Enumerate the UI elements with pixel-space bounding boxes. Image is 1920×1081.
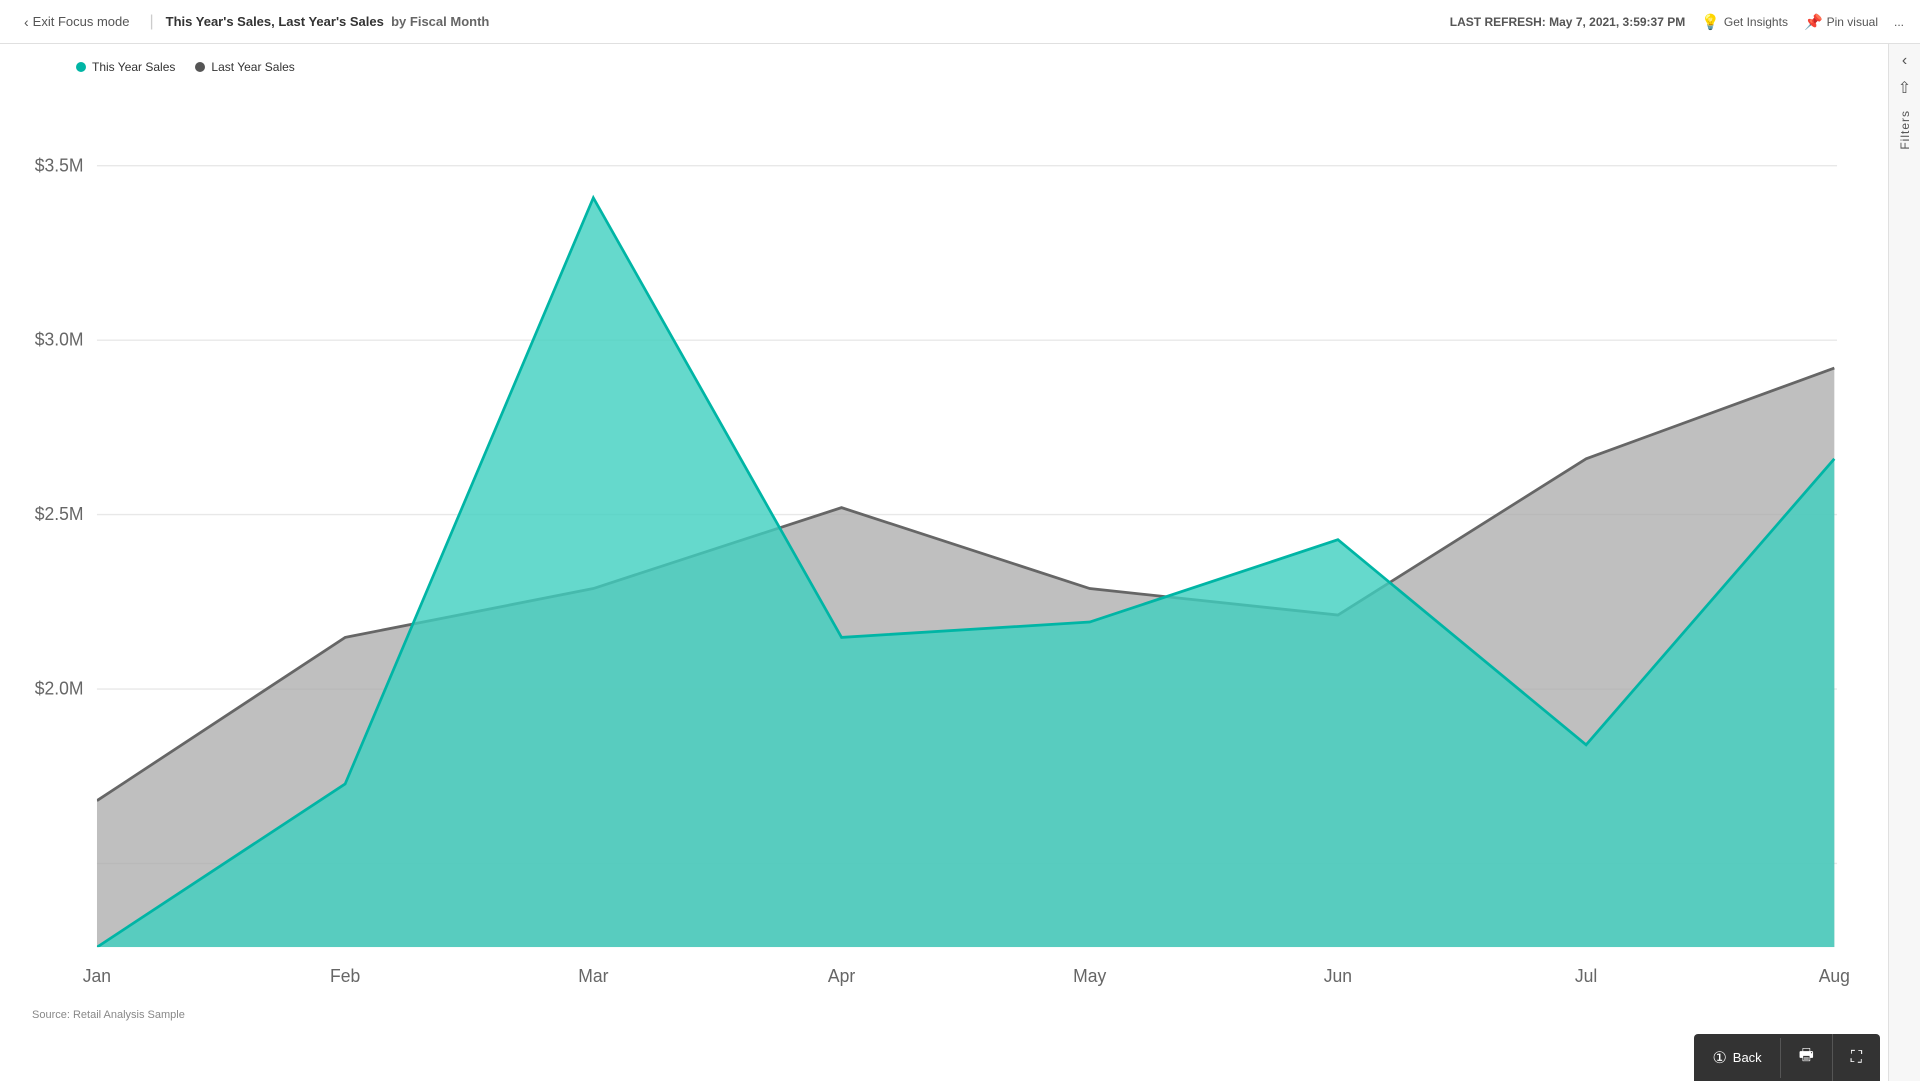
chart-legend: This Year Sales Last Year Sales (76, 60, 1864, 74)
exit-focus-label: Exit Focus mode (33, 14, 130, 29)
last-refresh-text: LAST REFRESH: May 7, 2021, 3:59:37 PM (1450, 15, 1685, 29)
chart-container: This Year Sales Last Year Sales (0, 44, 1888, 1081)
source-text: Source: Retail Analysis Sample (32, 1009, 1848, 1021)
chart-title-main: This Year's Sales, Last Year's Sales (166, 14, 384, 29)
svg-text:$2.0M: $2.0M (35, 678, 84, 698)
main-content: This Year Sales Last Year Sales (0, 44, 1920, 1081)
back-circle-icon: ① (1712, 1048, 1726, 1068)
print-icon: 🖶 (1799, 1044, 1814, 1071)
chart-title: This Year's Sales, Last Year's Sales by … (166, 14, 490, 29)
print-button[interactable]: 🖶 (1781, 1034, 1833, 1081)
svg-text:Jun: Jun (1324, 966, 1352, 986)
filters-label[interactable]: Filters (1898, 110, 1912, 150)
bottom-toolbar: ① Back 🖶 ⛶ (1694, 1034, 1880, 1081)
topbar-left: ‹ Exit Focus mode | This Year's Sales, L… (16, 10, 489, 34)
more-options-button[interactable]: ... (1894, 15, 1904, 29)
back-button[interactable]: ① Back (1694, 1038, 1780, 1078)
svg-text:Apr: Apr (828, 966, 855, 986)
pin-icon: 📌 (1804, 13, 1823, 31)
svg-text:$3.5M: $3.5M (35, 155, 84, 175)
chart-area: $3.5M $3.0M $2.5M $2.0M Jan Feb Mar Apr … (16, 82, 1864, 1003)
chart-title-by: by Fiscal Month (387, 14, 489, 29)
svg-text:May: May (1073, 966, 1106, 986)
lightbulb-icon: 💡 (1701, 13, 1720, 31)
fullscreen-button[interactable]: ⛶ (1833, 1039, 1880, 1077)
this-year-label: This Year Sales (92, 60, 175, 74)
area-chart-svg: $3.5M $3.0M $2.5M $2.0M Jan Feb Mar Apr … (16, 82, 1864, 1003)
share-icon[interactable]: ⇧ (1898, 78, 1911, 98)
svg-text:Mar: Mar (578, 966, 608, 986)
collapse-sidebar-button[interactable]: ‹ (1902, 52, 1907, 70)
get-insights-button[interactable]: 💡 Get Insights (1701, 13, 1788, 31)
exit-focus-button[interactable]: ‹ Exit Focus mode (16, 10, 138, 34)
fullscreen-icon: ⛶ (1851, 1049, 1862, 1067)
svg-text:Jan: Jan (83, 966, 111, 986)
last-year-label: Last Year Sales (211, 60, 294, 74)
this-year-dot (76, 62, 86, 72)
legend-this-year: This Year Sales (76, 60, 175, 74)
back-arrow-icon: ‹ (24, 14, 29, 30)
svg-text:Jul: Jul (1575, 966, 1597, 986)
last-year-dot (195, 62, 205, 72)
svg-text:Feb: Feb (330, 966, 360, 986)
svg-text:$3.0M: $3.0M (35, 329, 84, 349)
legend-last-year: Last Year Sales (195, 60, 294, 74)
svg-text:Aug: Aug (1819, 966, 1850, 986)
svg-text:$2.5M: $2.5M (35, 504, 84, 524)
right-sidebar: ‹ ⇧ Filters (1888, 44, 1920, 1081)
pin-visual-button[interactable]: 📌 Pin visual (1804, 13, 1878, 31)
topbar: ‹ Exit Focus mode | This Year's Sales, L… (0, 0, 1920, 44)
topbar-right: LAST REFRESH: May 7, 2021, 3:59:37 PM 💡 … (1450, 13, 1904, 31)
